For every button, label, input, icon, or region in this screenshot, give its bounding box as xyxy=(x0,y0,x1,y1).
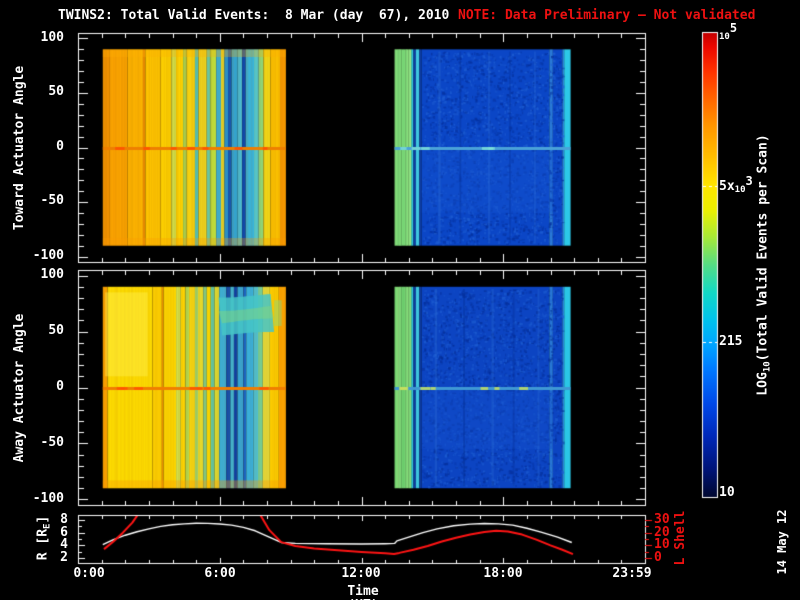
colorbar-tick-base: 10 xyxy=(734,185,746,195)
colorbar-tick-exp: 5 xyxy=(729,21,738,35)
ytick-label: 50 xyxy=(48,84,64,99)
colorbar-tick: 105 xyxy=(719,21,737,42)
colorbar-title-end: (Total Valid Events per Scan) xyxy=(755,134,771,362)
l-shell-axis-title: L Shell xyxy=(673,510,688,566)
xtick-label: 12:00 xyxy=(341,566,381,581)
colorbar-title-sub: 10 xyxy=(762,361,773,373)
x-axis-title: Time (UT) xyxy=(347,584,379,600)
r-axis-title-sub: E xyxy=(42,523,53,529)
xtick-label: 6:00 xyxy=(204,566,236,581)
xtick-label: 18:00 xyxy=(483,566,523,581)
ytick-label: 0 xyxy=(56,379,64,394)
colorbar-tick: 5x103 xyxy=(719,174,753,195)
toward-axis-title: Toward Actuator Angle xyxy=(12,65,27,231)
xtick-label: 0:00 xyxy=(73,566,105,581)
colorbar-tick-pre: 215 xyxy=(719,334,743,349)
r-axis-title: R [RE] xyxy=(35,516,53,561)
page-title: TWINS2: Total Valid Events: 8 Mar (day 6… xyxy=(58,8,450,23)
twins2-plot-page: TWINS2: Total Valid Events: 8 Mar (day 6… xyxy=(0,0,800,600)
date-stamp: 14 May 12 xyxy=(775,509,789,575)
xtick-label: 23:59 xyxy=(612,566,652,581)
colorbar-title-main: LOG xyxy=(755,372,771,396)
colorbar-tick-exp: 3 xyxy=(745,174,753,188)
colorbar-tick: 10 xyxy=(719,486,735,500)
ytick-label: -100 xyxy=(32,248,64,263)
ytick-label: 50 xyxy=(48,323,64,338)
ytick-label: 100 xyxy=(40,30,64,45)
ytick-label: -50 xyxy=(40,435,64,450)
colorbar-tick-base: 10 xyxy=(719,32,730,42)
ytick-label: 0 xyxy=(56,139,64,154)
ytick-label: -100 xyxy=(32,491,64,506)
away-axis-title: Away Actuator Angle xyxy=(12,313,27,463)
ytick-label: 0 xyxy=(654,550,662,565)
colorbar-tick-pre: 10 xyxy=(719,485,735,500)
preliminary-note: NOTE: Data Preliminary — Not validated xyxy=(458,8,756,23)
ytick-label: -50 xyxy=(40,193,64,208)
r-axis-title-main: R [R xyxy=(35,528,51,561)
colorbar-tick: 215 xyxy=(719,335,742,349)
colorbar-tick-pre: 5x xyxy=(719,179,735,194)
ytick-label: 100 xyxy=(40,267,64,282)
colorbar-axis-title: LOG10(Total Valid Events per Scan) xyxy=(755,134,773,396)
